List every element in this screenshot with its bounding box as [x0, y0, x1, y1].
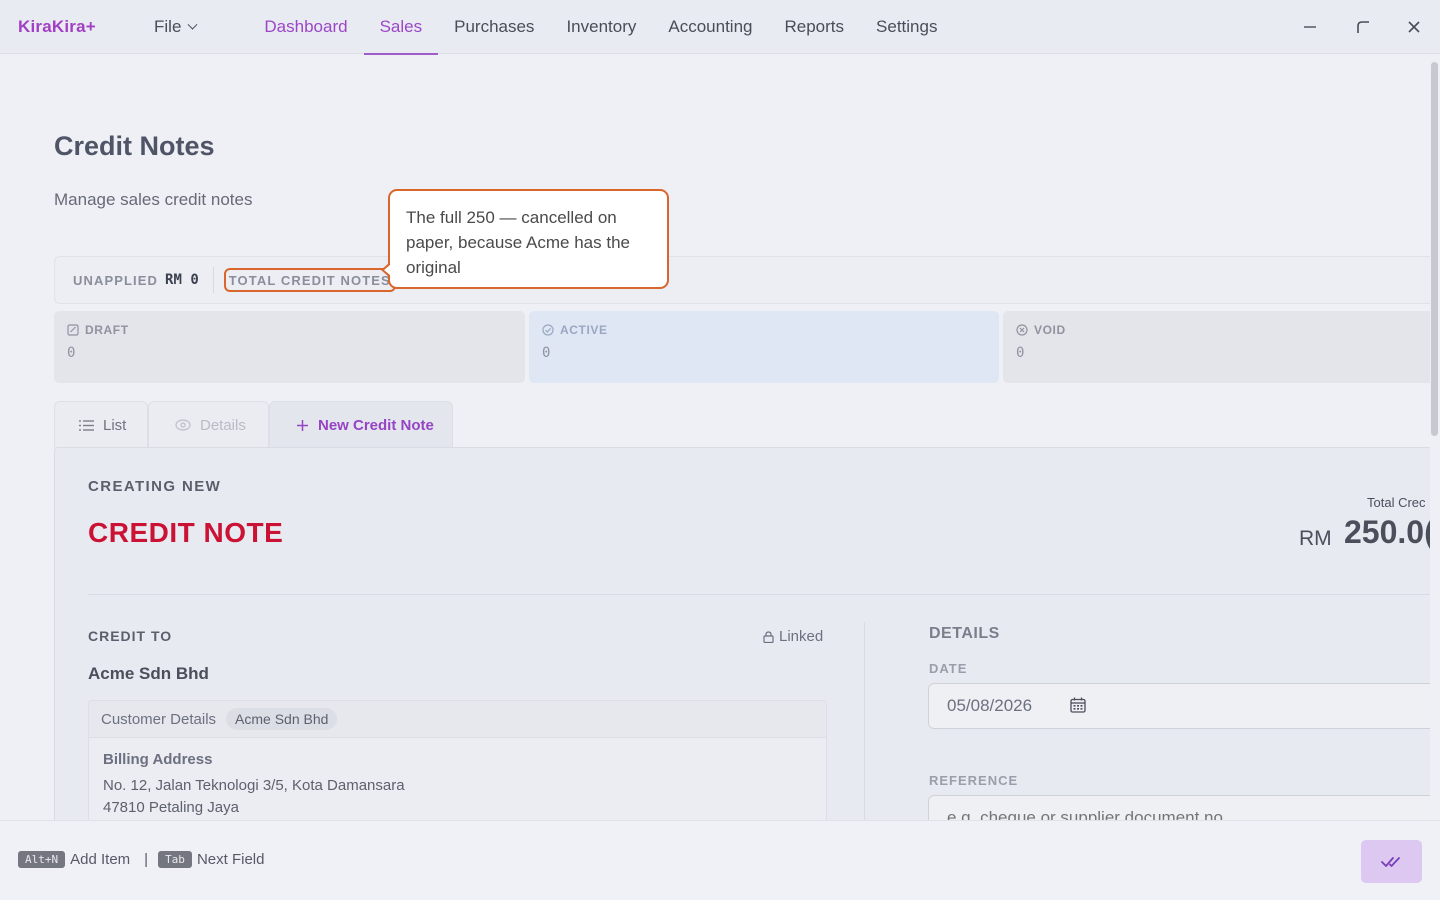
document-title: CREDIT NOTE: [88, 517, 284, 548]
plus-icon: [297, 419, 308, 431]
customer-name: Acme Sdn Bhd: [88, 664, 209, 683]
summary-bar: UNAPPLIED RM 0 TOTAL CREDIT NOTES 0: [54, 256, 1430, 304]
nav-reports[interactable]: Reports: [769, 0, 861, 54]
main-content: Credit Notes Manage sales credit notes U…: [0, 55, 1430, 820]
stat-card-void[interactable]: VOID 0: [1003, 311, 1430, 383]
customer-chip: Acme Sdn Bhd: [226, 708, 338, 730]
tab-list-label: List: [103, 416, 127, 434]
shortcut-label-add-item: Add Item: [70, 851, 131, 868]
shortcut-key-next-field: Tab: [158, 851, 192, 868]
app-logo: KiraKira+: [18, 17, 96, 36]
shortcut-separator: |: [144, 851, 149, 868]
linked-label: Linked: [779, 628, 824, 645]
callout-pointer-inner: [384, 265, 390, 275]
chevron-down-icon: [187, 19, 198, 30]
view-tabs: List Details New Credit Note: [54, 401, 453, 448]
nav-inventory[interactable]: Inventory: [550, 0, 652, 54]
maximize-button[interactable]: [1338, 0, 1388, 54]
tab-details-label: Details: [200, 416, 246, 434]
credit-to-label: CREDIT TO: [88, 628, 173, 644]
annotation-callout: The full 250 — cancelled on paper, becau…: [388, 189, 669, 289]
credit-note-form: CREATING NEW CREDIT NOTE Total Crec RM 2…: [54, 447, 1430, 820]
scrollbar-thumb[interactable]: [1431, 62, 1438, 436]
tab-new-label: New Credit Note: [318, 416, 434, 434]
footer-bar: Alt+N Add Item | Tab Next Field: [0, 820, 1440, 900]
file-menu[interactable]: File: [138, 0, 212, 54]
total-credit-notes-label: TOTAL CREDIT NOTES: [223, 268, 396, 292]
date-field[interactable]: 05/08/2026: [928, 683, 1430, 729]
stat-void-label: VOID: [1034, 323, 1066, 337]
customer-details-header[interactable]: Customer Details Acme Sdn Bhd: [89, 701, 826, 738]
creating-label: CREATING NEW: [88, 478, 222, 495]
stat-draft-header: DRAFT: [67, 323, 512, 337]
details-heading: DETAILS: [929, 625, 1000, 642]
minimize-icon: [1304, 26, 1316, 28]
column-divider: [864, 622, 865, 820]
stat-card-draft[interactable]: DRAFT 0: [54, 311, 525, 383]
page-title: Credit Notes: [54, 131, 215, 161]
close-icon: [1408, 21, 1420, 33]
stat-void-value: 0: [1016, 345, 1025, 361]
stat-draft-value: 0: [67, 345, 76, 361]
top-bar: KiraKira+ File Dashboard Sales Purchases…: [0, 0, 1440, 55]
double-check-icon: [1380, 856, 1400, 867]
keyboard-hints: Alt+N Add Item | Tab Next Field: [18, 851, 264, 868]
stat-active-value: 0: [542, 345, 551, 361]
reference-label: REFERENCE: [929, 773, 1019, 788]
shortcut-key-add-item: Alt+N: [18, 851, 66, 868]
unapplied-label: UNAPPLIED: [73, 272, 159, 288]
save-button[interactable]: [1361, 840, 1422, 883]
tab-list[interactable]: List: [54, 401, 148, 448]
total-credit-label: Total Crec: [1367, 495, 1426, 510]
draft-icon: [67, 324, 79, 336]
nav-dashboard[interactable]: Dashboard: [248, 0, 363, 54]
callout-text: The full 250 — cancelled on paper, becau…: [406, 208, 630, 277]
stat-void-header: VOID: [1016, 323, 1430, 337]
customer-details-label: Customer Details: [101, 710, 217, 728]
check-circle-icon: [542, 324, 554, 336]
nav-sales[interactable]: Sales: [363, 0, 439, 55]
calendar-icon[interactable]: [1070, 697, 1086, 713]
lock-icon: [763, 630, 774, 643]
summary-divider: [212, 267, 214, 293]
nav-settings[interactable]: Settings: [860, 0, 953, 54]
customer-details-card: Customer Details Acme Sdn Bhd Billing Ad…: [88, 700, 827, 820]
header-divider: [88, 594, 1430, 595]
list-icon: [79, 419, 94, 431]
main-nav: File Dashboard Sales Purchases Inventory…: [138, 0, 953, 55]
stat-active-header: ACTIVE: [542, 323, 986, 337]
stat-active-label: ACTIVE: [560, 323, 608, 337]
reference-input[interactable]: [928, 795, 1430, 820]
nav-purchases[interactable]: Purchases: [438, 0, 550, 54]
tab-details[interactable]: Details: [148, 401, 269, 448]
file-menu-label: File: [154, 17, 182, 36]
restore-icon: [1357, 21, 1369, 33]
minimize-button[interactable]: [1285, 0, 1335, 54]
billing-address-title: Billing Address: [103, 751, 213, 768]
stat-draft-label: DRAFT: [85, 323, 129, 337]
nav-accounting[interactable]: Accounting: [652, 0, 768, 54]
billing-address-line2: 47810 Petaling Jaya: [103, 799, 239, 816]
total-amount: 250.0(: [1344, 514, 1430, 550]
shortcut-label-next-field: Next Field: [196, 851, 265, 868]
total-currency: RM: [1299, 527, 1332, 550]
date-value: 05/08/2026: [947, 696, 1033, 715]
date-label: DATE: [929, 661, 968, 676]
x-circle-icon: [1016, 324, 1028, 336]
close-button[interactable]: [1389, 0, 1439, 54]
billing-address-line1: No. 12, Jalan Teknologi 3/5, Kota Damans…: [103, 777, 405, 794]
eye-icon: [175, 419, 191, 431]
unapplied-value: RM 0: [165, 272, 199, 288]
linked-indicator: Linked: [763, 628, 823, 645]
stat-card-active[interactable]: ACTIVE 0: [529, 311, 999, 383]
tab-new-credit-note[interactable]: New Credit Note: [269, 401, 453, 448]
page-subtitle: Manage sales credit notes: [54, 190, 253, 209]
